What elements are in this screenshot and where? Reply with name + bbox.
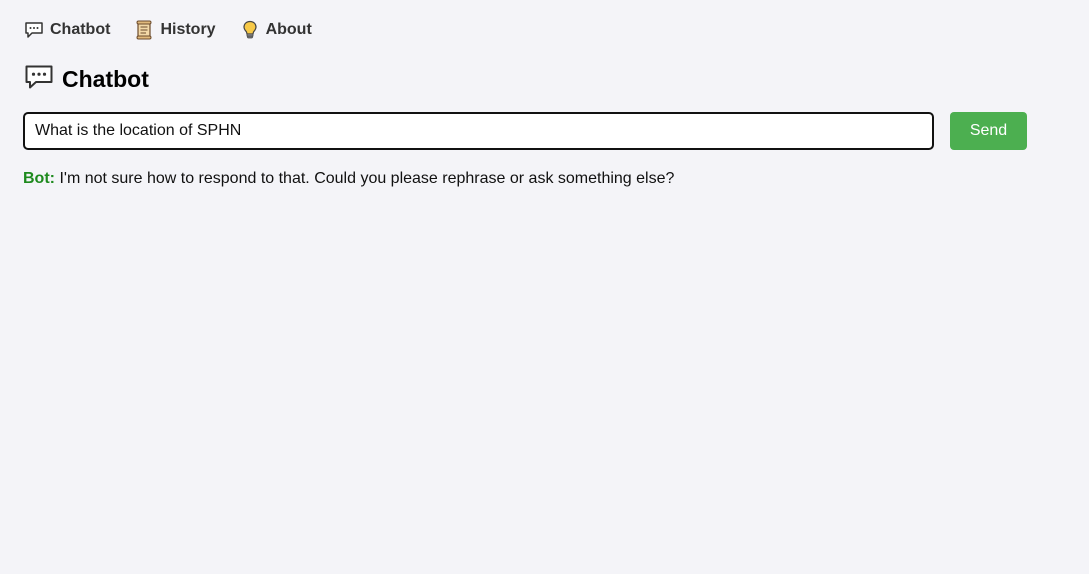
top-nav: Chatbot History About	[24, 20, 312, 40]
message-sender: Bot:	[23, 170, 55, 187]
page-title: Chatbot	[62, 66, 149, 92]
nav-item-chatbot[interactable]: Chatbot	[24, 20, 110, 40]
nav-item-label: About	[265, 21, 312, 38]
message-text: I'm not sure how to respond to that. Cou…	[59, 170, 675, 187]
speech-bubble-icon	[24, 20, 44, 40]
nav-item-history[interactable]: History	[134, 20, 216, 40]
nav-item-about[interactable]: About	[240, 20, 312, 40]
nav-item-label: History	[160, 21, 216, 38]
nav-item-label: Chatbot	[50, 21, 111, 38]
chat-input[interactable]	[23, 112, 934, 150]
bot-message: Bot: I'm not sure how to respond to that…	[23, 170, 674, 188]
chat-input-row: Send	[23, 112, 1027, 150]
speech-bubble-icon	[24, 64, 54, 95]
page-header: Chatbot	[24, 64, 149, 95]
scroll-icon	[134, 20, 154, 40]
send-button[interactable]: Send	[950, 112, 1027, 150]
chatbot-page: Chatbot History About Chatbot What is th…	[0, 0, 1089, 574]
lightbulb-icon	[240, 20, 260, 40]
